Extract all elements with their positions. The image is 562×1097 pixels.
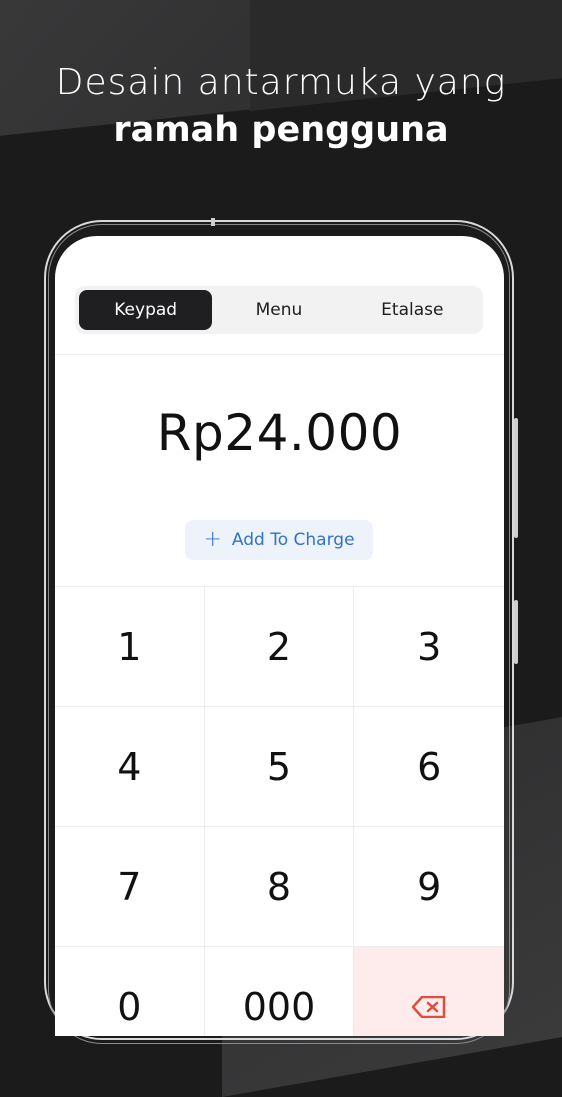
key-7[interactable]: 7 [55,827,205,947]
key-2[interactable]: 2 [204,587,355,707]
backspace-icon [412,995,446,1018]
key-6[interactable]: 6 [354,707,504,827]
key-4[interactable]: 4 [55,707,205,827]
key-9[interactable]: 9 [354,827,504,947]
keypad: 1 2 3 4 5 6 7 8 9 0 000 [55,586,504,1036]
tab-etalase[interactable]: Etalase [346,290,479,330]
plus-icon: + [203,527,222,552]
key-5[interactable]: 5 [204,707,355,827]
key-8[interactable]: 8 [204,827,355,947]
headline-line-2: ramah pengguna [113,110,449,150]
tab-keypad[interactable]: Keypad [79,290,213,330]
phone-screen: Keypad Menu Etalase Rp24.000 + Add To Ch… [55,236,504,1036]
key-3[interactable]: 3 [354,587,504,707]
divider [55,354,504,355]
key-0[interactable]: 0 [55,947,205,1036]
headline-line-1: Desain antarmuka yang [55,62,507,103]
key-000[interactable]: 000 [205,947,355,1036]
add-to-charge-button[interactable]: + Add To Charge [185,520,373,560]
phone-side-button [514,600,518,664]
phone-notch-mark [211,218,215,226]
key-1[interactable]: 1 [55,587,205,707]
tab-bar: Keypad Menu Etalase [75,286,483,334]
tab-menu[interactable]: Menu [212,290,345,330]
phone-side-button [514,418,518,538]
add-to-charge-label: Add To Charge [231,530,355,550]
delete-key[interactable] [354,947,504,1036]
amount-display: Rp24.000 [156,404,403,462]
